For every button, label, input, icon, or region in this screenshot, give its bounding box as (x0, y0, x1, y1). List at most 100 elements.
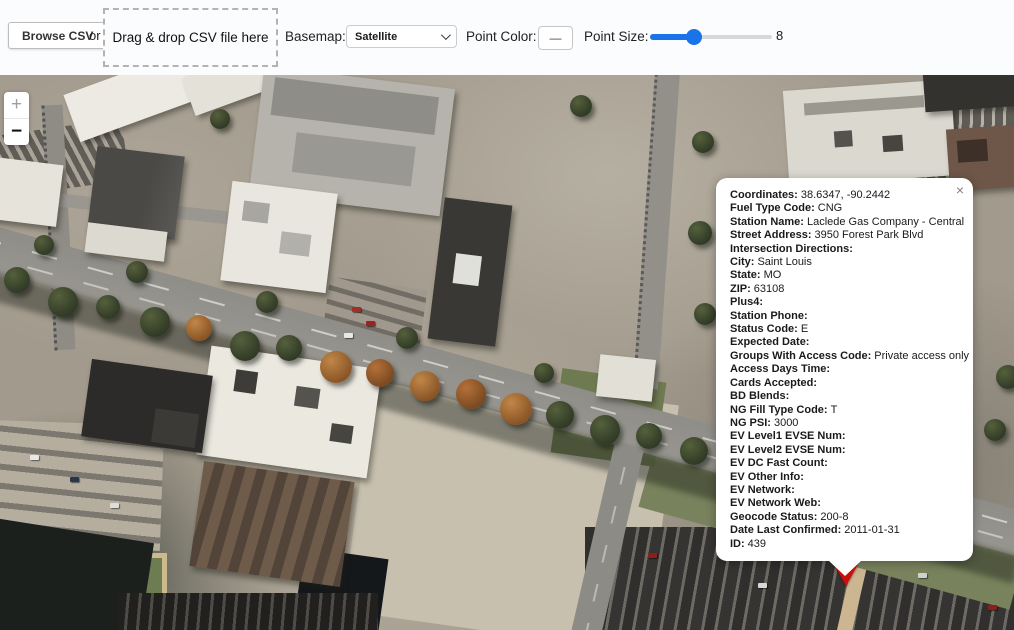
field-value: 200-8 (820, 511, 848, 523)
popup-field-row: Street Address:3950 Forest Park Blvd (730, 229, 959, 242)
popup-field-row: EV Level1 EVSE Num: (730, 430, 959, 443)
car-icon (648, 553, 657, 558)
tree-icon (636, 423, 662, 449)
field-label: Station Phone: (730, 310, 808, 322)
zoom-out-button[interactable]: − (4, 119, 29, 145)
popup-field-row: Expected Date: (730, 336, 959, 349)
basemap-select[interactable]: Satellite (346, 25, 457, 48)
field-value: T (831, 404, 838, 416)
popup-field-row: Station Phone: (730, 310, 959, 323)
field-value: Saint Louis (757, 256, 811, 268)
basemap-selected-value: Satellite (355, 31, 397, 43)
tree-icon (456, 379, 486, 409)
car-icon (110, 503, 119, 508)
field-value: Laclede Gas Company - Central (807, 216, 964, 228)
field-label: Geocode Status: (730, 511, 817, 523)
map-building-white-mid (220, 181, 337, 293)
popup-field-row: State:MO (730, 269, 959, 282)
map-building-left-edge (0, 157, 64, 227)
map-shadow-band-bottom (118, 593, 378, 630)
field-value: CNG (818, 202, 842, 214)
field-value: 439 (748, 538, 766, 550)
empty-color-dash: — (550, 32, 562, 44)
zoom-in-button[interactable]: + (4, 92, 29, 119)
field-label: Groups With Access Code: (730, 350, 871, 362)
field-label: City: (730, 256, 754, 268)
field-label: EV Network Web: (730, 497, 821, 509)
tree-icon (688, 221, 712, 245)
car-icon (352, 307, 361, 312)
dropzone-label: Drag & drop CSV file here (112, 30, 268, 45)
slider-handle[interactable] (686, 29, 702, 45)
tree-icon (140, 307, 170, 337)
field-label: Station Name: (730, 216, 804, 228)
csv-dropzone[interactable]: Drag & drop CSV file here (103, 8, 278, 67)
app-window: Browse CSV or Drag & drop CSV file here … (0, 0, 1014, 630)
tree-icon (34, 235, 54, 255)
tree-icon (230, 331, 260, 361)
map-road-vertical-right (633, 75, 680, 389)
tree-icon (694, 303, 716, 325)
field-label: Cards Accepted: (730, 377, 817, 389)
map-building-white-top-1 (63, 75, 204, 142)
field-label: Fuel Type Code: (730, 202, 815, 214)
car-icon (70, 477, 79, 482)
tree-icon (534, 363, 554, 383)
popup-field-row: NG PSI:3000 (730, 417, 959, 430)
tree-icon (256, 291, 278, 313)
map-canvas[interactable]: + − × Coordinates:38.6347, -90.2442 Fuel… (0, 75, 1014, 630)
map-building-white-center (196, 346, 382, 479)
popup-field-row: ZIP:63108 (730, 283, 959, 296)
field-value: 3950 Forest Park Blvd (815, 229, 924, 241)
map-building-dark-top-right (923, 75, 1014, 112)
field-label: Status Code: (730, 323, 798, 335)
popup-field-row: EV Level2 EVSE Num: (730, 444, 959, 457)
popup-field-row: BD Blends: (730, 390, 959, 403)
point-size-slider[interactable] (650, 28, 772, 46)
tree-icon (48, 287, 78, 317)
field-label: State: (730, 269, 761, 281)
field-label: Street Address: (730, 229, 812, 241)
field-label: Access Days Time: (730, 363, 830, 375)
field-label: Coordinates: (730, 189, 798, 201)
car-icon (366, 321, 375, 326)
popup-field-row: Groups With Access Code:Private access o… (730, 350, 959, 363)
field-label: Date Last Confirmed: (730, 524, 841, 536)
field-label: Intersection Directions: (730, 243, 853, 255)
field-value: E (801, 323, 808, 335)
tree-icon (692, 131, 714, 153)
popup-field-row: EV Network: (730, 484, 959, 497)
field-value: MO (764, 269, 782, 281)
car-icon (918, 573, 927, 578)
car-icon (988, 605, 997, 610)
field-label: Expected Date: (730, 336, 809, 348)
popup-field-row: Cards Accepted: (730, 377, 959, 390)
popup-field-row: Coordinates:38.6347, -90.2442 (730, 189, 959, 202)
popup-field-row: Station Name:Laclede Gas Company - Centr… (730, 216, 959, 229)
field-label: EV Network: (730, 484, 795, 496)
popup-field-row: Date Last Confirmed:2011-01-31 (730, 524, 959, 537)
field-label: ZIP: (730, 283, 751, 295)
popup-field-row: ID:439 (730, 538, 959, 551)
point-color-input[interactable]: — (538, 26, 573, 50)
point-color-label: Point Color: (466, 29, 537, 44)
popup-field-row: EV DC Fast Count: (730, 457, 959, 470)
field-label: NG Fill Type Code: (730, 404, 828, 416)
popup-fields: Coordinates:38.6347, -90.2442 Fuel Type … (730, 189, 959, 551)
field-label: EV Level1 EVSE Num: (730, 430, 846, 442)
car-icon (30, 455, 39, 460)
slider-track[interactable] (650, 35, 772, 39)
field-value: 63108 (754, 283, 785, 295)
tree-icon (396, 327, 418, 349)
map-building-dark-cluster (81, 359, 213, 453)
tree-icon (276, 335, 302, 361)
popup-tail (828, 560, 862, 576)
popup-field-row: Geocode Status:200-8 (730, 511, 959, 524)
chevron-down-icon (441, 30, 451, 40)
car-icon (344, 333, 353, 338)
field-value: 38.6347, -90.2442 (801, 189, 890, 201)
tree-icon (96, 295, 120, 319)
popup-close-button[interactable]: × (956, 183, 964, 197)
car-icon (758, 583, 767, 588)
zoom-control: + − (4, 92, 29, 145)
